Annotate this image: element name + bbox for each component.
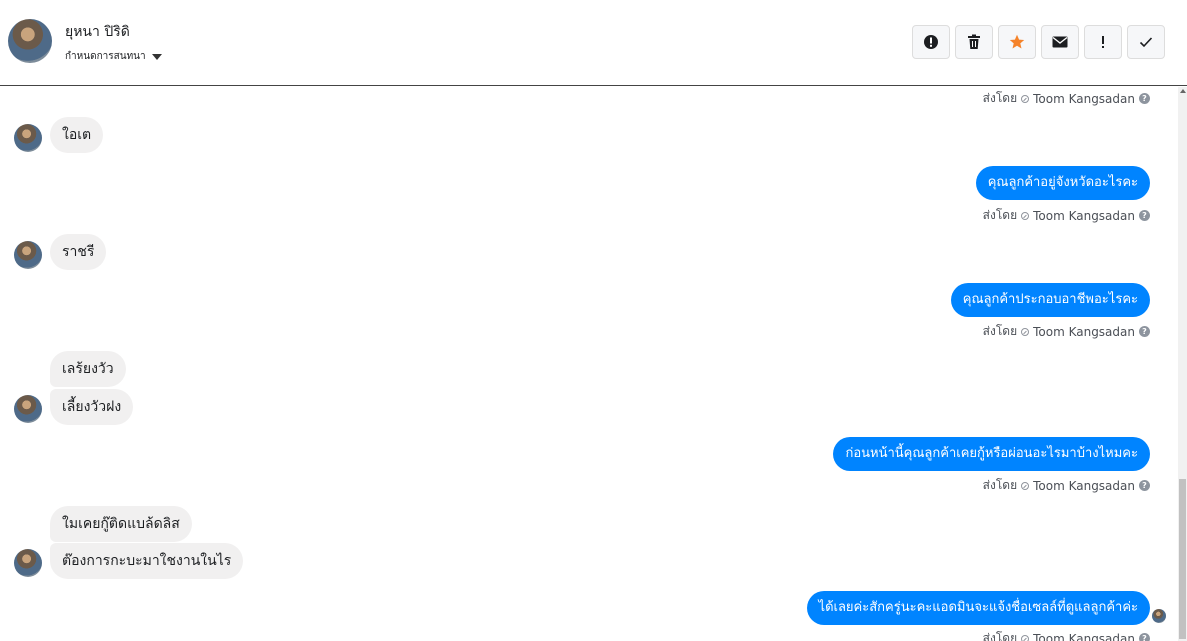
conversation-header: ยุหนา ปิริดิ กำหนดการสนทนา — [0, 0, 1187, 86]
sent-by-row: ส่งโดย Toom Kangsadan ? — [983, 322, 1150, 341]
trash-icon — [968, 34, 980, 49]
sent-by-row: ส่งโดย Toom Kangsadan ? — [983, 476, 1150, 495]
incoming-message[interactable]: ใมเคยกู๊ติดแบล้ดลิส — [50, 506, 192, 542]
sent-by-label: ส่งโดย — [982, 208, 1018, 222]
message-thread[interactable]: ส่งโดย Toom Kangsadan ? ใอเต คุณลูกค้าอย… — [0, 87, 1178, 641]
scroll-thumb[interactable] — [1179, 479, 1186, 639]
sent-status-icon — [1021, 94, 1030, 103]
sent-by-label: ส่งโดย — [982, 91, 1018, 105]
caret-down-icon — [151, 53, 162, 60]
outgoing-message[interactable]: คุณลูกค้าประกอบอาชีพอะไรคะ — [950, 283, 1150, 317]
sent-by-label: ส่งโดย — [982, 631, 1018, 641]
help-icon[interactable]: ? — [1139, 633, 1150, 641]
scroll-up-arrow-icon[interactable] — [1179, 89, 1186, 93]
scrollbar[interactable] — [1178, 87, 1187, 641]
outgoing-message[interactable]: คุณลูกค้าอยู่จังหวัดอะไรคะ — [975, 166, 1150, 200]
contact-avatar-small[interactable] — [14, 549, 42, 577]
spam-button[interactable] — [1084, 25, 1122, 59]
sent-status-icon — [1021, 634, 1030, 641]
star-icon — [1009, 34, 1025, 49]
report-button[interactable] — [912, 25, 950, 59]
incoming-message[interactable]: ต๊องการกะบะมาใชงานในไร — [50, 543, 244, 579]
agent-name-link[interactable]: Toom Kangsadan — [1033, 92, 1135, 106]
sent-by-label: ส่งโดย — [982, 478, 1018, 492]
contact-avatar-small[interactable] — [14, 241, 42, 269]
incoming-message[interactable]: เลร้ยงวัว — [50, 351, 126, 387]
agent-name-link[interactable]: Toom Kangsadan — [1033, 479, 1135, 493]
contact-avatar-small[interactable] — [14, 395, 42, 423]
messenger-inbox: ยุหนา ปิริดิ กำหนดการสนทนา ส่งโดย Toom K… — [0, 0, 1187, 641]
conversation-toolbar — [912, 25, 1165, 59]
incoming-message[interactable]: เลี้ยงวัวฝง — [50, 389, 134, 425]
sent-status-icon — [1021, 327, 1030, 336]
help-icon[interactable]: ? — [1139, 326, 1150, 337]
report-icon — [924, 35, 938, 49]
sent-status-icon — [1021, 211, 1030, 220]
mark-done-button[interactable] — [1127, 25, 1165, 59]
incoming-message[interactable]: ราชรี — [50, 234, 107, 270]
conversation-settings-label: กำหนดการสนทนา — [65, 51, 146, 62]
check-icon — [1139, 37, 1153, 48]
contact-avatar-small[interactable] — [14, 124, 42, 152]
mark-unread-button[interactable] — [1041, 25, 1079, 59]
sent-status-icon — [1021, 481, 1030, 490]
star-button[interactable] — [998, 25, 1036, 59]
delete-button[interactable] — [955, 25, 993, 59]
help-icon[interactable]: ? — [1139, 210, 1150, 221]
help-icon[interactable]: ? — [1139, 93, 1150, 104]
contact-name[interactable]: ยุหนา ปิริดิ — [65, 21, 130, 43]
conversation-settings-dropdown[interactable]: กำหนดการสนทนา — [65, 49, 162, 64]
outgoing-message[interactable]: ได้เลยค่ะสักครู่นะคะแอดมินจะแจ้งชื่อเซลล… — [806, 591, 1150, 625]
seen-avatar — [1152, 609, 1166, 623]
agent-name-link[interactable]: Toom Kangsadan — [1033, 209, 1135, 223]
envelope-icon — [1052, 36, 1068, 48]
help-icon[interactable]: ? — [1139, 480, 1150, 491]
outgoing-message[interactable]: ก่อนหน้านี้คุณลูกค้าเคยกู้หรือผ่อนอะไรมา… — [833, 437, 1150, 471]
contact-avatar[interactable] — [8, 19, 52, 63]
agent-name-link[interactable]: Toom Kangsadan — [1033, 632, 1135, 641]
sent-by-label: ส่งโดย — [982, 324, 1018, 338]
sent-by-row: ส่งโดย Toom Kangsadan ? — [983, 629, 1150, 641]
sent-by-row: ส่งโดย Toom Kangsadan ? — [983, 89, 1150, 108]
exclamation-icon — [1102, 36, 1104, 48]
agent-name-link[interactable]: Toom Kangsadan — [1033, 325, 1135, 339]
sent-by-row: ส่งโดย Toom Kangsadan ? — [983, 206, 1150, 225]
incoming-message[interactable]: ใอเต — [50, 117, 104, 153]
